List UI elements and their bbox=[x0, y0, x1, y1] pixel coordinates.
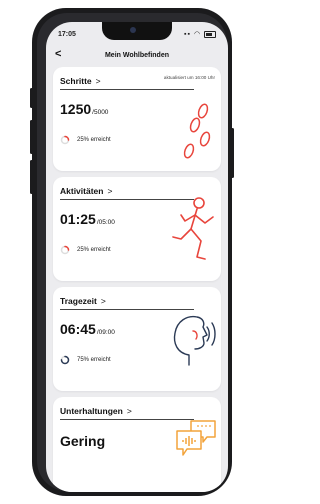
steps-progress: 25% erreicht bbox=[60, 135, 111, 145]
steps-title-link[interactable]: Schritte > bbox=[60, 76, 101, 86]
footprints-icon bbox=[183, 103, 211, 159]
steps-value: 1250 bbox=[60, 101, 92, 117]
mute-switch bbox=[30, 88, 33, 108]
divider bbox=[60, 89, 194, 90]
wear-time-title: Tragezeit bbox=[60, 296, 97, 306]
status-time: 17:05 bbox=[58, 31, 76, 38]
power-button bbox=[231, 128, 234, 178]
volume-up-button bbox=[30, 120, 33, 154]
wear-time-card[interactable]: Tragezeit > 06:45/09:00 75% erreicht bbox=[53, 287, 221, 391]
progress-ring-icon bbox=[60, 245, 70, 255]
activity-title: Aktivitäten bbox=[60, 186, 104, 196]
activity-value-row: 01:25/05:00 bbox=[60, 211, 115, 227]
chevron-right-icon: > bbox=[95, 76, 101, 86]
page-title: Mein Wohlbefinden bbox=[104, 52, 170, 59]
conversations-card[interactable]: Unterhaltungen > Gering bbox=[53, 397, 221, 492]
chevron-right-icon: > bbox=[126, 406, 132, 416]
wear-time-goal: /09:00 bbox=[96, 329, 115, 336]
nav-bar: < Mein Wohlbefinden bbox=[46, 48, 228, 64]
wifi-icon: ◠ bbox=[193, 31, 202, 38]
steps-progress-text: 25% erreicht bbox=[77, 137, 111, 143]
status-icons: ▪▪ ◠ bbox=[184, 30, 216, 38]
signal-icon: ▪▪ bbox=[184, 31, 191, 38]
steps-card[interactable]: Schritte > aktualisiert um 16:00 Uhr 1250… bbox=[53, 67, 221, 171]
head-hearing-aid-icon bbox=[173, 315, 216, 366]
wear-time-title-link[interactable]: Tragezeit > bbox=[60, 296, 106, 306]
wear-time-progress: 75% erreicht bbox=[60, 355, 111, 365]
updated-timestamp: aktualisiert um 16:00 Uhr bbox=[163, 75, 215, 80]
phone-frame: 17:05 ▪▪ ◠ < Mein Wohlbefinden Schritte >… bbox=[30, 8, 234, 496]
steps-title: Schritte bbox=[60, 76, 92, 86]
wear-time-value-row: 06:45/09:00 bbox=[60, 321, 115, 337]
chevron-right-icon: > bbox=[100, 296, 106, 306]
status-bar: 17:05 ▪▪ ◠ bbox=[46, 22, 228, 48]
battery-icon bbox=[204, 30, 216, 38]
volume-down-button bbox=[30, 160, 33, 194]
wear-time-progress-text: 75% erreicht bbox=[77, 357, 111, 363]
conversations-value: Gering bbox=[60, 433, 106, 449]
steps-value-row: 1250/5000 bbox=[60, 101, 108, 117]
progress-ring-icon bbox=[60, 355, 70, 365]
conversations-title-link[interactable]: Unterhaltungen > bbox=[60, 406, 132, 416]
screen: 17:05 ▪▪ ◠ < Mein Wohlbefinden Schritte >… bbox=[46, 22, 228, 492]
progress-ring-icon bbox=[60, 135, 70, 145]
speech-bubbles-icon bbox=[176, 420, 216, 456]
runner-icon bbox=[172, 197, 214, 260]
wear-time-value: 06:45 bbox=[60, 321, 96, 337]
activity-progress: 25% erreicht bbox=[60, 245, 111, 255]
conversations-title: Unterhaltungen bbox=[60, 406, 123, 416]
activity-goal: /05:00 bbox=[96, 219, 115, 226]
activity-progress-text: 25% erreicht bbox=[77, 247, 111, 253]
activity-title-link[interactable]: Aktivitäten > bbox=[60, 186, 112, 196]
chevron-right-icon: > bbox=[107, 186, 113, 196]
activity-value: 01:25 bbox=[60, 211, 96, 227]
steps-goal: /5000 bbox=[92, 109, 109, 116]
activity-card[interactable]: Aktivitäten > 01:25/05:00 25% erreicht bbox=[53, 177, 221, 281]
